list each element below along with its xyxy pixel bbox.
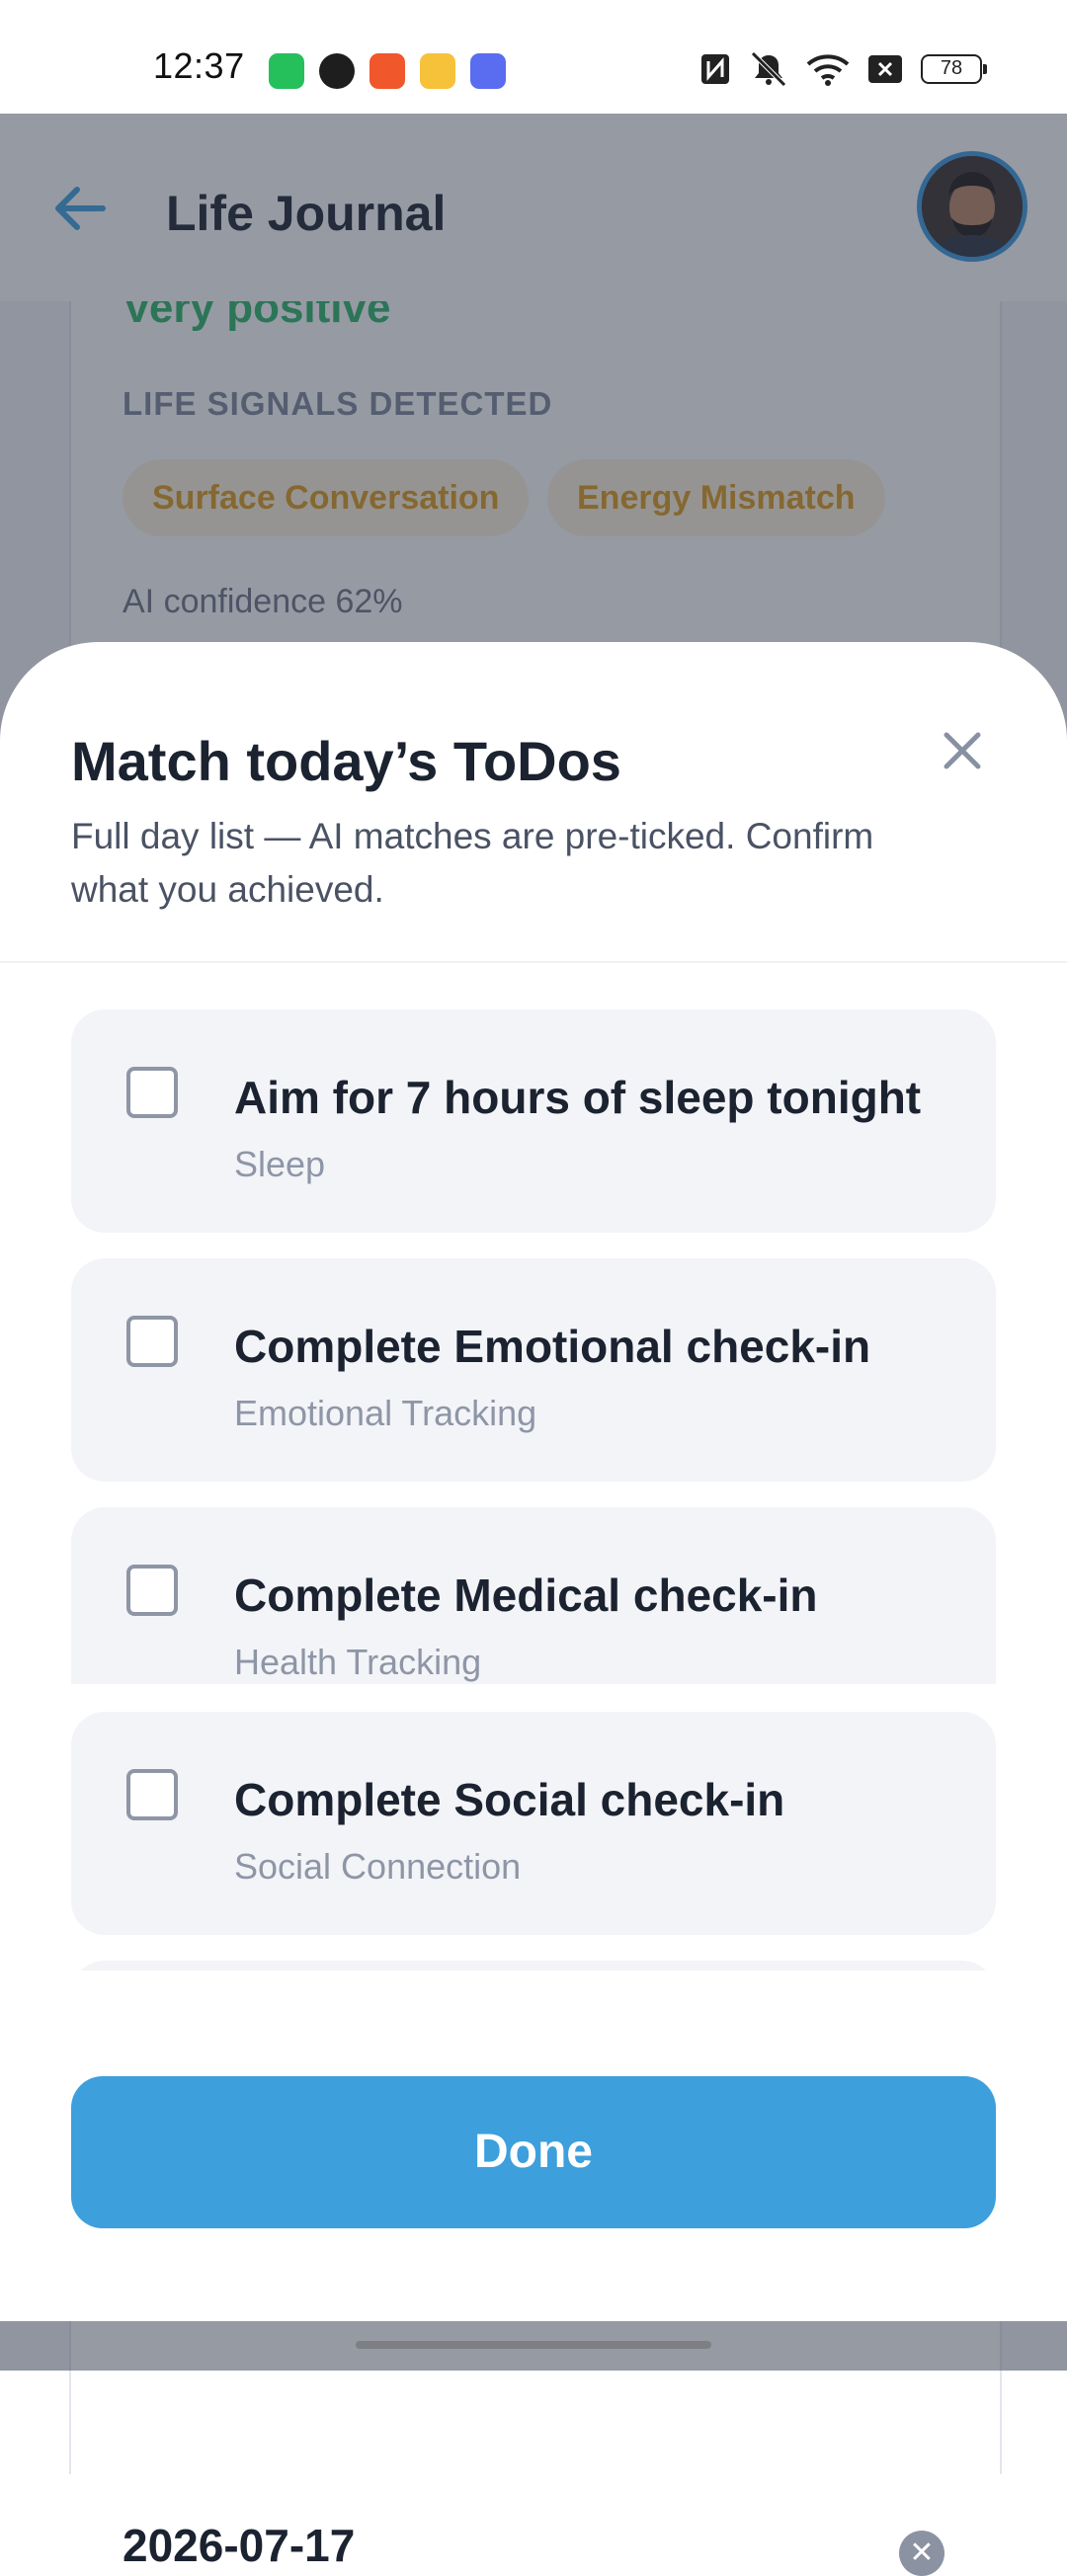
entry-date: 2026-07-17 (123, 2520, 356, 2571)
close-icon[interactable] (933, 721, 992, 780)
todo-item-partial[interactable] (71, 1961, 996, 1971)
delete-entry-icon[interactable]: ✕ (899, 2531, 944, 2576)
nfc-icon (701, 54, 729, 84)
todo-item[interactable]: Complete Emotional check-in Emotional Tr… (71, 1258, 996, 1482)
todo-item[interactable]: Complete Medical check-in Health Trackin… (71, 1507, 996, 1684)
todo-title: Aim for 7 hours of sleep tonight (234, 1072, 922, 1123)
app-notification-icon (269, 53, 304, 89)
todo-category: Health Tracking (234, 1642, 482, 1682)
todo-list[interactable]: Aim for 7 hours of sleep tonight Sleep C… (0, 963, 1067, 1684)
status-bar: 12:37 78 (0, 0, 1067, 114)
status-icons: 78 (699, 51, 987, 87)
todo-checkbox[interactable] (126, 1769, 178, 1820)
sim-blocked-icon (868, 55, 902, 83)
done-button[interactable]: Done (71, 2076, 996, 2228)
home-indicator[interactable] (356, 2341, 711, 2349)
battery-icon: 78 (921, 54, 987, 84)
app-notification-icon (470, 53, 506, 89)
wifi-icon (806, 54, 850, 86)
todo-item[interactable]: Complete Social check-in Social Connecti… (71, 1712, 996, 1935)
todo-title: Complete Emotional check-in (234, 1321, 871, 1372)
match-todos-sheet: Match today’s ToDos Full day list — AI m… (0, 642, 1067, 2321)
todo-title: Complete Social check-in (234, 1774, 785, 1825)
todo-checkbox[interactable] (126, 1067, 178, 1118)
app-notification-icon (369, 53, 405, 89)
todo-category: Sleep (234, 1144, 326, 1184)
sheet-subtitle: Full day list — AI matches are pre-ticke… (71, 816, 874, 910)
todo-checkbox[interactable] (126, 1565, 178, 1616)
notification-app-icons (269, 53, 506, 89)
app-notification-icon (319, 53, 355, 89)
todo-category: Social Connection (234, 1846, 522, 1887)
status-time: 12:37 (153, 45, 245, 86)
todo-category: Emotional Tracking (234, 1393, 537, 1433)
todo-item[interactable]: Aim for 7 hours of sleep tonight Sleep (71, 1009, 996, 1233)
todo-title: Complete Medical check-in (234, 1570, 818, 1621)
todo-checkbox[interactable] (126, 1316, 178, 1367)
todo-list-continued[interactable]: Complete Social check-in Social Connecti… (0, 1684, 1067, 1971)
sheet-title: Match today’s ToDos (71, 730, 621, 792)
mute-icon (751, 51, 786, 87)
app-notification-icon (420, 53, 455, 89)
